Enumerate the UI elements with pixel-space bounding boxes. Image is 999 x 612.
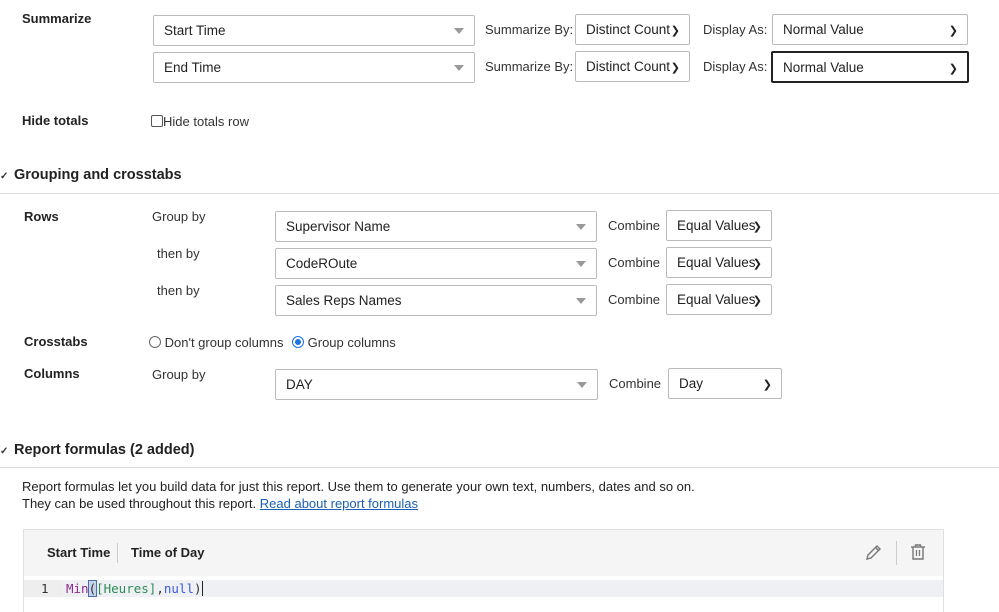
line-number: 1 bbox=[41, 581, 49, 596]
hide-totals-checkbox-label: Hide totals row bbox=[163, 114, 249, 129]
summarize-by-label: Summarize By: bbox=[485, 59, 574, 74]
radio-dont-group-columns[interactable]: Don't group columns bbox=[149, 335, 283, 350]
description-line-2-text: They can be used throughout this report. bbox=[22, 496, 257, 511]
combine-label: Combine bbox=[608, 292, 661, 307]
divider bbox=[0, 193, 999, 194]
code-paren-open: ( bbox=[87, 580, 98, 597]
grouping-section-header[interactable]: ✓ Grouping and crosstabs bbox=[0, 167, 182, 183]
row-group-field-value: Sales Reps Names bbox=[286, 293, 402, 308]
chevron-down-icon: ❯ bbox=[762, 379, 772, 391]
report-formulas-title: Report formulas (2 added) bbox=[14, 442, 195, 458]
then-by-label: then by bbox=[157, 283, 200, 298]
dropdown-triangle-icon bbox=[454, 65, 464, 71]
hide-totals-label: Hide totals bbox=[22, 113, 89, 128]
separator bbox=[117, 543, 118, 563]
radio-button-selected[interactable] bbox=[292, 336, 304, 348]
group-by-label: Group by bbox=[152, 367, 206, 382]
code-comma: , bbox=[156, 581, 164, 596]
summarize-by-value: Distinct Count bbox=[586, 22, 671, 37]
description-line-2: They can be used throughout this report.… bbox=[22, 496, 695, 511]
radio-button[interactable] bbox=[149, 336, 161, 348]
chevron-down-icon: ❯ bbox=[752, 221, 762, 233]
summarize-field-value: Start Time bbox=[164, 23, 226, 38]
combine-value: Equal Values bbox=[677, 255, 756, 270]
code-null: null bbox=[163, 581, 194, 596]
code-field: [Heures] bbox=[96, 581, 157, 596]
dropdown-triangle-icon bbox=[454, 28, 464, 34]
summarize-label: Summarize bbox=[22, 11, 92, 26]
combine-label: Combine bbox=[608, 218, 661, 233]
radio-label: Don't group columns bbox=[164, 335, 284, 350]
chevron-down-icon: ❯ bbox=[670, 62, 680, 74]
separator bbox=[896, 541, 897, 565]
summarize-by-select-1[interactable]: Distinct Count ❯ bbox=[575, 14, 690, 45]
dropdown-triangle-icon bbox=[576, 224, 586, 230]
dropdown-triangle-icon bbox=[577, 382, 587, 388]
code-paren-close: ) bbox=[193, 581, 202, 596]
formula-name: Start Time bbox=[47, 545, 111, 560]
radio-group-columns[interactable]: Group columns bbox=[292, 335, 396, 350]
radio-label: Group columns bbox=[307, 335, 396, 350]
row-group-field-combo-2[interactable]: CodeROute bbox=[275, 248, 597, 279]
column-group-field-combo[interactable]: DAY bbox=[275, 369, 598, 400]
combine-value: Day bbox=[679, 376, 704, 391]
columns-label: Columns bbox=[24, 366, 80, 381]
combine-value: Equal Values bbox=[677, 292, 756, 307]
caret-down-icon: ✓ bbox=[0, 446, 9, 457]
display-as-value: Normal Value bbox=[783, 60, 864, 75]
crosstabs-label: Crosstabs bbox=[24, 334, 88, 349]
column-group-field-value: DAY bbox=[286, 377, 313, 392]
hide-totals-checkbox-wrap[interactable]: Hide totals row bbox=[151, 114, 249, 129]
report-formulas-description: Report formulas let you build data for j… bbox=[22, 479, 695, 511]
row-combine-select-3[interactable]: Equal Values ❯ bbox=[666, 284, 772, 315]
hide-totals-checkbox[interactable] bbox=[151, 115, 163, 127]
combine-value: Equal Values bbox=[677, 218, 756, 233]
display-as-select-1[interactable]: Normal Value ❯ bbox=[772, 14, 968, 45]
summarize-by-value: Distinct Count bbox=[586, 59, 671, 74]
display-as-select-2[interactable]: Normal Value ❯ bbox=[771, 51, 969, 83]
summarize-field-value: End Time bbox=[164, 60, 222, 75]
report-formulas-section-header[interactable]: ✓ Report formulas (2 added) bbox=[0, 442, 194, 458]
display-as-label: Display As: bbox=[703, 59, 768, 74]
chevron-down-icon: ❯ bbox=[948, 25, 958, 37]
summarize-field-combo-1[interactable]: Start Time bbox=[153, 15, 475, 46]
formula-header: Start Time Time of Day bbox=[23, 529, 944, 576]
then-by-label: then by bbox=[157, 246, 200, 261]
group-by-label: Group by bbox=[152, 209, 206, 224]
rows-label: Rows bbox=[24, 209, 59, 224]
row-combine-select-2[interactable]: Equal Values ❯ bbox=[666, 247, 772, 278]
summarize-by-label: Summarize By: bbox=[485, 22, 574, 37]
divider bbox=[0, 467, 999, 468]
chevron-down-icon: ❯ bbox=[752, 258, 762, 270]
formula-editor[interactable]: 1 Min([Heures],null)​ bbox=[23, 576, 944, 612]
combine-label: Combine bbox=[608, 255, 661, 270]
row-group-field-value: Supervisor Name bbox=[286, 219, 391, 234]
summarize-field-combo-2[interactable]: End Time bbox=[153, 52, 475, 83]
grouping-section-title: Grouping and crosstabs bbox=[14, 167, 182, 183]
trash-icon[interactable] bbox=[908, 542, 930, 564]
row-combine-select-1[interactable]: Equal Values ❯ bbox=[666, 210, 772, 241]
display-as-value: Normal Value bbox=[783, 22, 864, 37]
text-cursor: ​ bbox=[201, 581, 203, 596]
edit-pencil-icon[interactable] bbox=[864, 542, 886, 564]
formula-code-line[interactable]: Min([Heures],null)​ bbox=[66, 580, 203, 597]
read-about-formulas-link[interactable]: Read about report formulas bbox=[260, 496, 418, 511]
display-as-label: Display As: bbox=[703, 22, 768, 37]
row-group-field-value: CodeROute bbox=[286, 256, 358, 271]
dropdown-triangle-icon bbox=[576, 261, 586, 267]
combine-label: Combine bbox=[609, 376, 662, 391]
chevron-down-icon: ❯ bbox=[670, 25, 680, 37]
dropdown-triangle-icon bbox=[576, 298, 586, 304]
chevron-down-icon: ❯ bbox=[752, 295, 762, 307]
chevron-down-icon: ❯ bbox=[948, 63, 958, 75]
column-combine-select[interactable]: Day ❯ bbox=[668, 368, 782, 399]
row-group-field-combo-1[interactable]: Supervisor Name bbox=[275, 211, 597, 242]
caret-down-icon: ✓ bbox=[0, 171, 9, 182]
summarize-by-select-2[interactable]: Distinct Count ❯ bbox=[575, 51, 690, 82]
formula-type: Time of Day bbox=[131, 545, 205, 560]
code-function: Min bbox=[66, 581, 89, 596]
row-group-field-combo-3[interactable]: Sales Reps Names bbox=[275, 285, 597, 316]
description-line-1: Report formulas let you build data for j… bbox=[22, 479, 695, 494]
